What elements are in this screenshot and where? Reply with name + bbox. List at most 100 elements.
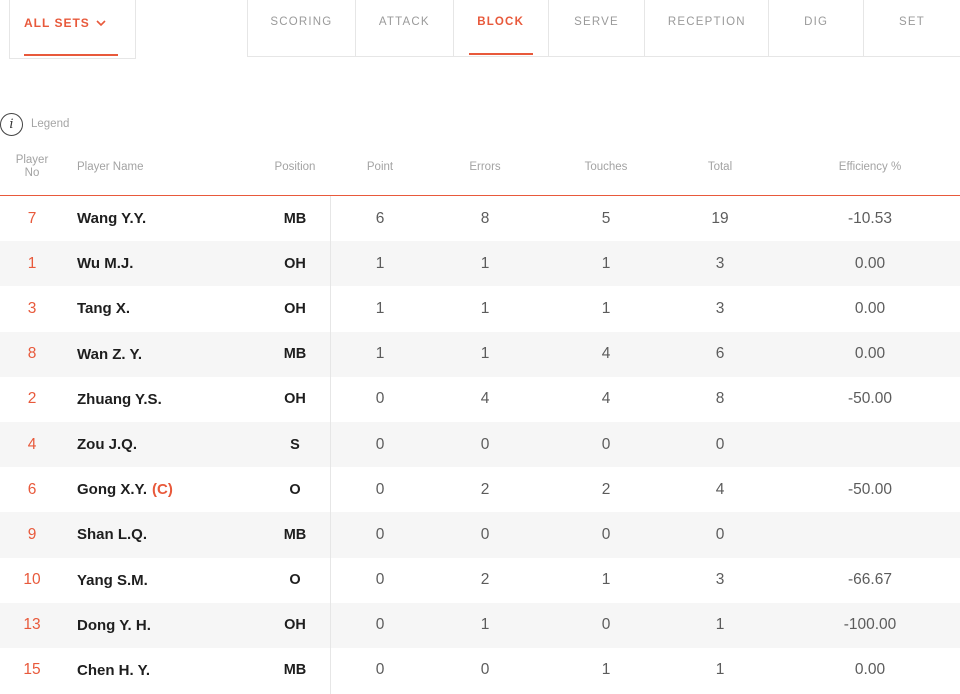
table-row: 9 Shan L.Q. MB 0 0 0 0 bbox=[0, 512, 960, 558]
header-player-no[interactable]: Player No bbox=[8, 154, 56, 180]
header-touches[interactable]: Touches bbox=[575, 161, 637, 173]
header-position[interactable]: Position bbox=[265, 161, 325, 173]
column-divider bbox=[330, 196, 331, 694]
tab-set[interactable]: SET bbox=[864, 0, 960, 56]
block-touches-text: 0 bbox=[601, 616, 611, 634]
player-name[interactable]: Wu M.J. bbox=[77, 241, 267, 286]
player-name[interactable]: Chen H. Y. bbox=[77, 648, 267, 693]
player-name[interactable]: Zhuang Y.S. bbox=[77, 377, 267, 422]
block-efficiency-text: -10.53 bbox=[848, 209, 892, 227]
legend-label: Legend bbox=[31, 118, 70, 130]
player-number-text: 1 bbox=[27, 254, 37, 272]
player-position-text: MB bbox=[283, 662, 307, 679]
player-position-text: S bbox=[290, 436, 300, 453]
header-point[interactable]: Point bbox=[350, 161, 410, 173]
block-efficiency: -66.67 bbox=[810, 558, 930, 603]
block-touches: 0 bbox=[575, 512, 637, 557]
player-number: 13 bbox=[10, 603, 54, 648]
block-touches: 2 bbox=[575, 467, 637, 512]
player-number-text: 2 bbox=[27, 390, 37, 408]
header-efficiency[interactable]: Efficiency % bbox=[810, 161, 930, 173]
player-name-text: Gong X.Y. bbox=[77, 481, 148, 499]
block-touches-text: 4 bbox=[601, 345, 611, 363]
block-points-text: 0 bbox=[375, 435, 385, 453]
chevron-down-icon bbox=[96, 20, 106, 27]
player-position: OH bbox=[265, 286, 325, 331]
all-sets-dropdown[interactable]: ALL SETS bbox=[24, 14, 106, 32]
tab-reception[interactable]: RECEPTION bbox=[645, 0, 770, 56]
block-total-text: 0 bbox=[715, 435, 725, 453]
block-errors: 0 bbox=[455, 422, 515, 467]
sets-active-underline bbox=[24, 54, 118, 56]
block-points-text: 0 bbox=[375, 661, 385, 679]
block-efficiency-text: 0.00 bbox=[854, 299, 886, 317]
block-errors-text: 4 bbox=[480, 390, 490, 408]
block-total: 4 bbox=[690, 467, 750, 512]
legend-toggle[interactable]: i Legend bbox=[0, 112, 69, 136]
player-name-text: Tang X. bbox=[77, 300, 131, 318]
player-position-text: OH bbox=[284, 391, 306, 408]
header-player-name[interactable]: Player Name bbox=[77, 161, 143, 173]
block-touches: 0 bbox=[575, 603, 637, 648]
block-errors: 8 bbox=[455, 196, 515, 241]
player-name[interactable]: Shan L.Q. bbox=[77, 512, 267, 557]
block-efficiency: -50.00 bbox=[810, 467, 930, 512]
tab-active-underline bbox=[468, 53, 533, 55]
tab-scoring[interactable]: SCORING bbox=[248, 0, 356, 56]
tab-block[interactable]: BLOCK bbox=[454, 0, 549, 56]
block-points: 0 bbox=[350, 603, 410, 648]
block-total: 1 bbox=[690, 603, 750, 648]
block-total-text: 1 bbox=[715, 661, 725, 679]
player-position-text: OH bbox=[284, 300, 306, 317]
block-points-text: 0 bbox=[375, 480, 385, 498]
top-bar: ALL SETS SCORING ATTACK BLOCK SERVE RECE… bbox=[0, 0, 960, 59]
player-name[interactable]: Zou J.Q. bbox=[77, 422, 267, 467]
player-position: OH bbox=[265, 377, 325, 422]
block-efficiency: 0.00 bbox=[810, 332, 930, 377]
block-efficiency: -50.00 bbox=[810, 377, 930, 422]
block-points: 1 bbox=[350, 332, 410, 377]
header-total[interactable]: Total bbox=[690, 161, 750, 173]
block-touches: 1 bbox=[575, 558, 637, 603]
table-row: 7 Wang Y.Y. MB 6 8 5 19 -10.53 bbox=[0, 196, 960, 241]
player-position: O bbox=[265, 558, 325, 603]
block-touches: 0 bbox=[575, 422, 637, 467]
player-number-text: 9 bbox=[27, 525, 37, 543]
block-points-text: 0 bbox=[375, 571, 385, 589]
block-total: 0 bbox=[690, 422, 750, 467]
block-errors: 1 bbox=[455, 603, 515, 648]
block-points-text: 6 bbox=[375, 209, 385, 227]
block-efficiency-text: 0.00 bbox=[854, 661, 886, 679]
player-number: 1 bbox=[10, 241, 54, 286]
player-number-text: 13 bbox=[23, 616, 41, 634]
player-name[interactable]: Yang S.M. bbox=[77, 558, 267, 603]
block-points: 0 bbox=[350, 558, 410, 603]
block-total-text: 0 bbox=[715, 525, 725, 543]
player-name[interactable]: Tang X. bbox=[77, 286, 267, 331]
captain-badge: (C) bbox=[152, 481, 173, 499]
block-errors-text: 1 bbox=[480, 299, 490, 317]
block-points: 6 bbox=[350, 196, 410, 241]
block-points-text: 0 bbox=[375, 616, 385, 634]
header-errors[interactable]: Errors bbox=[455, 161, 515, 173]
block-errors-text: 1 bbox=[480, 345, 490, 363]
player-name[interactable]: Wang Y.Y. bbox=[77, 196, 267, 241]
block-touches-text: 0 bbox=[601, 435, 611, 453]
block-efficiency: 0.00 bbox=[810, 648, 930, 693]
player-name-text: Dong Y. H. bbox=[77, 616, 151, 634]
block-total: 3 bbox=[690, 286, 750, 331]
tab-attack[interactable]: ATTACK bbox=[356, 0, 454, 56]
player-number: 15 bbox=[10, 648, 54, 693]
block-total-text: 3 bbox=[715, 254, 725, 272]
block-total: 8 bbox=[690, 377, 750, 422]
tab-dig[interactable]: DIG bbox=[769, 0, 865, 56]
player-name[interactable]: Dong Y. H. bbox=[77, 603, 267, 648]
player-name[interactable]: Gong X.Y. (C) bbox=[77, 467, 267, 512]
player-position-text: O bbox=[289, 481, 301, 498]
table-row: 2 Zhuang Y.S. OH 0 4 4 8 -50.00 bbox=[0, 377, 960, 422]
player-name[interactable]: Wan Z. Y. bbox=[77, 332, 267, 377]
tab-serve[interactable]: SERVE bbox=[549, 0, 646, 56]
block-total: 3 bbox=[690, 241, 750, 286]
block-errors: 1 bbox=[455, 286, 515, 331]
block-points-text: 1 bbox=[375, 345, 385, 363]
